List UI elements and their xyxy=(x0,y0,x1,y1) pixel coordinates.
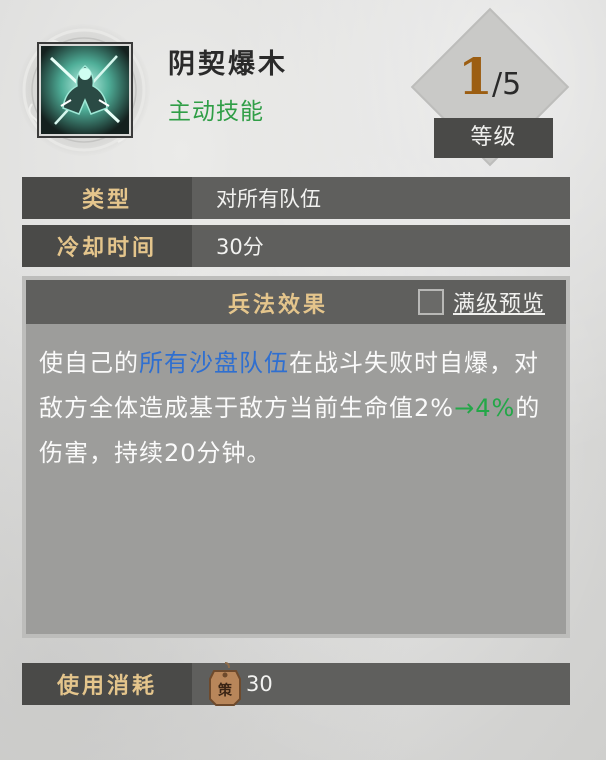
effect-title: 兵法效果 xyxy=(228,292,329,318)
effect-upgrade-value: →4% xyxy=(454,394,516,422)
skill-kind: 主动技能 xyxy=(168,99,264,125)
max-level-preview-toggle[interactable]: 满级预览 xyxy=(418,286,545,318)
effect-description: 使自己的所有沙盘队伍在战斗失败时自爆，对敌方全体造成基于敌方当前生命值2%→4%… xyxy=(39,349,541,467)
effect-header: 兵法效果 满级预览 xyxy=(26,280,566,324)
level-current: 1 xyxy=(458,47,493,106)
type-row: 类型 对所有队伍 xyxy=(22,177,570,219)
cooldown-row: 冷却时间 30分 xyxy=(22,225,570,267)
cost-row: 使用消耗 策 30 xyxy=(22,662,570,706)
skill-name: 阴契爆木 xyxy=(168,49,288,80)
svg-text:策: 策 xyxy=(217,682,233,699)
max-level-checkbox[interactable] xyxy=(418,289,444,315)
necromancer-skill-icon[interactable] xyxy=(37,42,133,138)
effect-panel: 兵法效果 满级预览 使自己的所有沙盘队伍在战斗失败时自爆，对敌方全体造成基于敌方… xyxy=(22,276,570,638)
cooldown-label: 冷却时间 xyxy=(22,225,192,267)
cooldown-value: 30分 xyxy=(216,235,264,259)
effect-target-highlight: 所有沙盘队伍 xyxy=(139,349,289,377)
level-max: /5 xyxy=(492,67,522,102)
level-label: 等级 xyxy=(434,118,553,158)
max-level-preview-label[interactable]: 满级预览 xyxy=(453,286,545,318)
type-label: 类型 xyxy=(22,177,192,219)
cost-label: 使用消耗 xyxy=(22,663,192,705)
type-value: 对所有队伍 xyxy=(216,187,321,211)
strategy-token-icon: 策 xyxy=(209,662,241,706)
cost-value: 30 xyxy=(246,672,273,696)
